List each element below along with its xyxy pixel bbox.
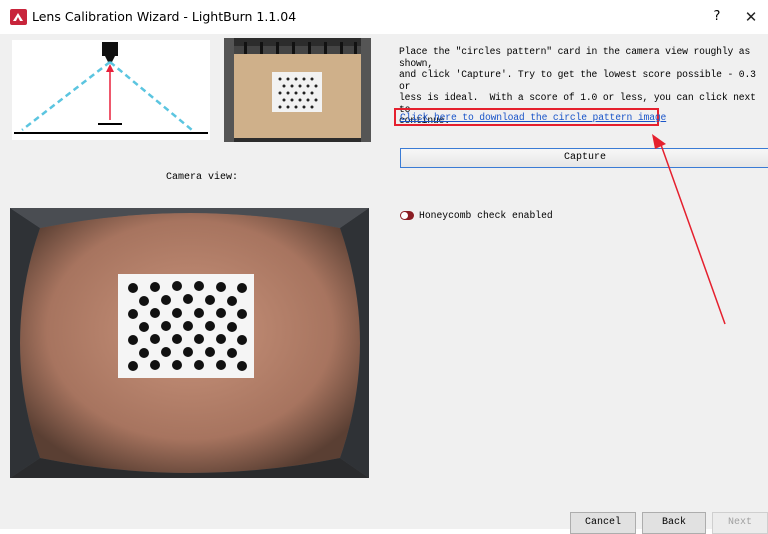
- cancel-button[interactable]: Cancel: [570, 512, 636, 534]
- help-button[interactable]: ?: [708, 7, 726, 27]
- download-pattern-link[interactable]: Click here to download the circle patter…: [400, 112, 666, 123]
- annotation-arrow-icon: [652, 134, 726, 325]
- example-placement-image: [224, 38, 371, 142]
- next-button[interactable]: Next: [712, 512, 768, 534]
- lightburn-app-icon: [10, 9, 27, 25]
- honeycomb-toggle[interactable]: [400, 211, 414, 220]
- camera-setup-diagram: [12, 40, 210, 140]
- window-title: Lens Calibration Wizard - LightBurn 1.1.…: [32, 9, 297, 24]
- back-button[interactable]: Back: [642, 512, 706, 534]
- close-button[interactable]: ✕: [741, 7, 761, 27]
- camera-view: [10, 208, 369, 478]
- toggle-knob: [401, 212, 408, 219]
- title-bar: Lens Calibration Wizard - LightBurn 1.1.…: [0, 0, 768, 34]
- camera-view-label: Camera view:: [166, 172, 239, 183]
- honeycomb-label: Honeycomb check enabled: [419, 210, 553, 221]
